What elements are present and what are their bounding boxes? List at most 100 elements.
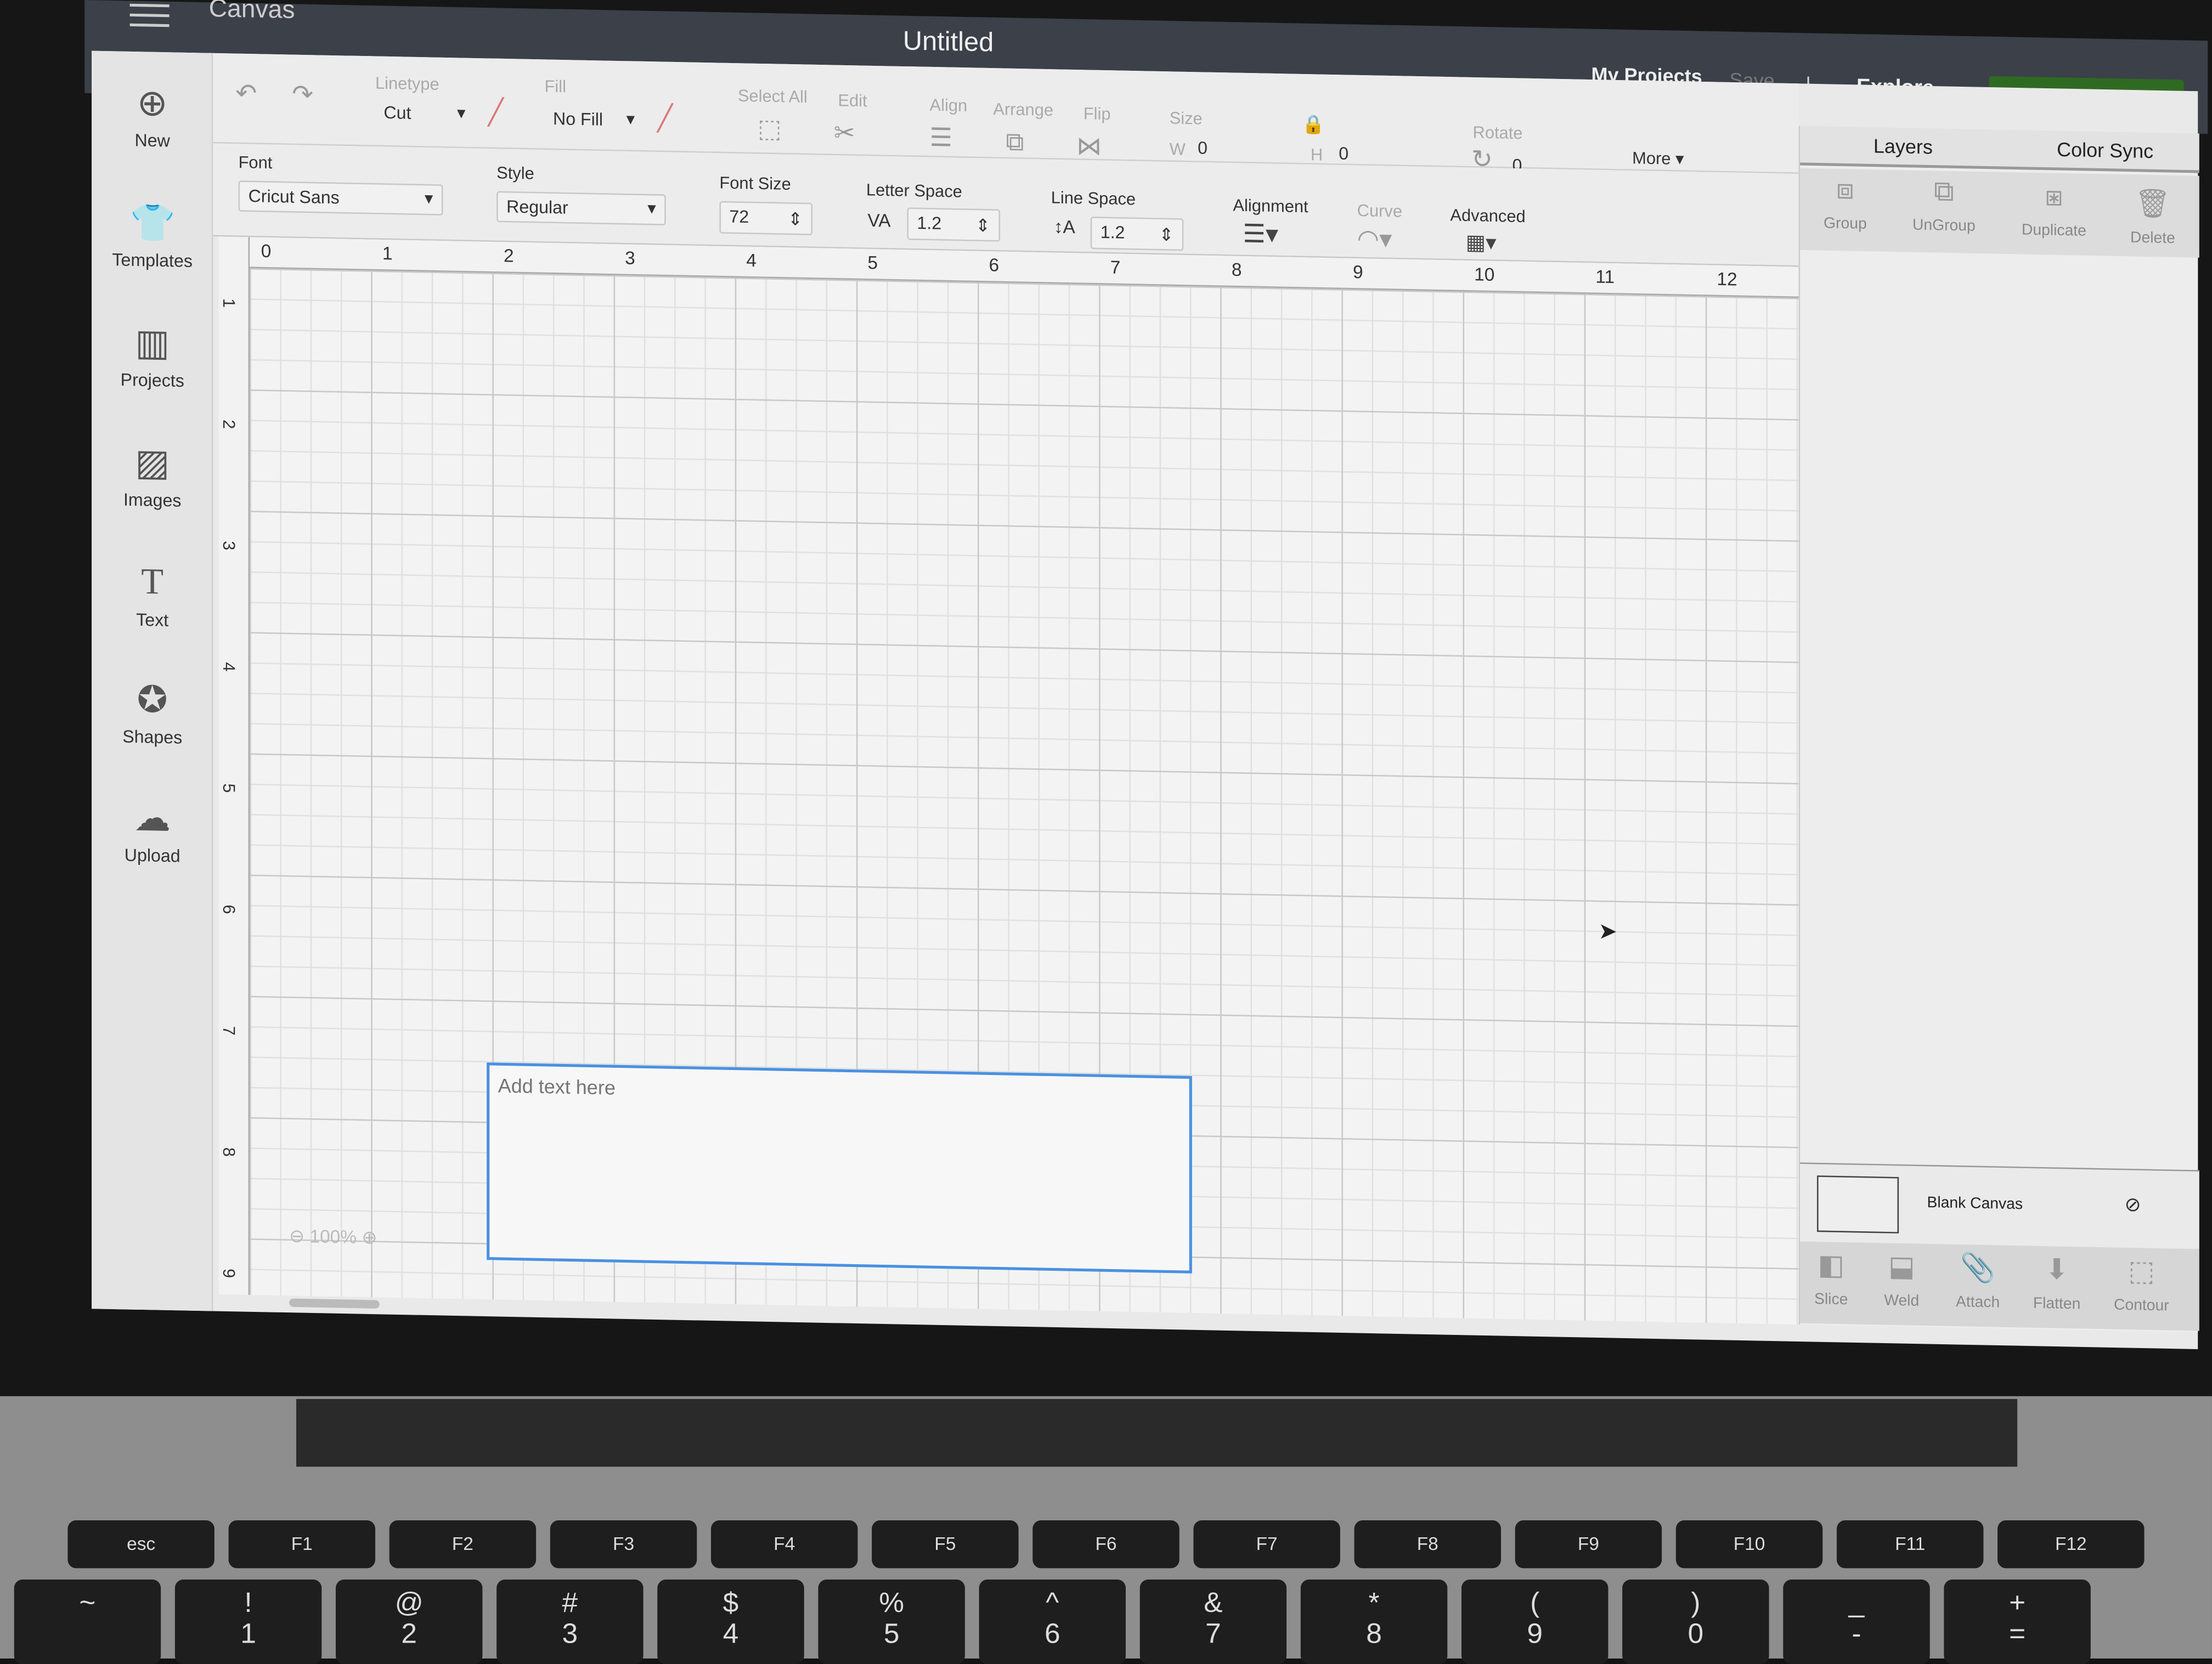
- fill-color-icon[interactable]: ╱: [657, 104, 673, 134]
- flip-icon[interactable]: ⋈: [1076, 132, 1102, 162]
- key-f10[interactable]: F10: [1675, 1520, 1823, 1569]
- linetype-dropdown[interactable]: Cut: [375, 99, 474, 129]
- key-number-row[interactable]: & 7: [1139, 1579, 1287, 1664]
- horizontal-scrollbar[interactable]: [289, 1298, 380, 1309]
- key-number-row[interactable]: ( 9: [1461, 1579, 1609, 1664]
- key-f8[interactable]: F8: [1354, 1520, 1501, 1569]
- key-esc[interactable]: esc: [67, 1520, 215, 1569]
- contour-button[interactable]: ⬚ Contour: [2099, 1253, 2183, 1315]
- key-number-row[interactable]: + =: [1944, 1579, 2091, 1664]
- ruler-tick-label: 4: [746, 249, 757, 271]
- group-button[interactable]: ⧈ Group: [1803, 174, 1887, 233]
- select-all-icon[interactable]: ⬚: [758, 114, 782, 144]
- font-size-label: Font Size: [719, 173, 791, 194]
- add-text-input[interactable]: [489, 1065, 1189, 1271]
- left-sidebar: ⊕ New 👕 Templates ▥ Projects ▨ Images T Text …: [92, 50, 213, 1311]
- text-icon: T: [141, 561, 164, 602]
- curve-icon[interactable]: ◠▾: [1357, 224, 1392, 254]
- zoom-in-icon[interactable]: ⊕: [362, 1226, 377, 1248]
- align-icon[interactable]: ☰: [930, 123, 953, 154]
- font-size-stepper[interactable]: 72 ⇕: [719, 201, 813, 235]
- lock-icon[interactable]: 🔒: [1302, 114, 1325, 137]
- tab-layers[interactable]: Layers: [1874, 134, 1933, 158]
- sidebar-item-upload[interactable]: ☁ Upload: [92, 794, 213, 867]
- layer-name: Blank Canvas: [1927, 1194, 2023, 1214]
- more-menu[interactable]: More ▾: [1632, 148, 1684, 169]
- visibility-hidden-icon[interactable]: ⊘: [2125, 1193, 2141, 1217]
- shirt-icon: 👕: [129, 201, 176, 245]
- tool-label: Contour: [2114, 1297, 2169, 1315]
- tab-color-sync[interactable]: Color Sync: [2057, 138, 2153, 162]
- key-f4[interactable]: F4: [710, 1520, 858, 1569]
- layers-panel: Layers Color Sync ⧈ Group ⧉ UnGroup ⧆ Dupli…: [1798, 126, 2199, 1333]
- cloud-upload-icon: ☁: [134, 796, 171, 840]
- flip-label: Flip: [1083, 103, 1111, 124]
- key-number-row[interactable]: * 8: [1300, 1579, 1448, 1664]
- curve-label: Curve: [1357, 200, 1403, 222]
- tool-label: Slice: [1814, 1291, 1848, 1309]
- key-f11[interactable]: F11: [1836, 1520, 1984, 1569]
- plus-circle-icon: ⊕: [137, 81, 168, 124]
- key-f2[interactable]: F2: [389, 1520, 537, 1569]
- sidebar-item-shapes[interactable]: ✪ Shapes: [92, 676, 213, 749]
- attach-button[interactable]: 📎 Attach: [1936, 1250, 2020, 1312]
- key-number-row[interactable]: $ 4: [657, 1579, 804, 1664]
- group-icon: ⧈: [1836, 174, 1854, 206]
- key-number-row[interactable]: ) 0: [1622, 1579, 1769, 1664]
- key-number-row[interactable]: # 3: [496, 1579, 644, 1664]
- duplicate-button[interactable]: ⧆ Duplicate: [2012, 180, 2096, 240]
- key-f3[interactable]: F3: [550, 1520, 697, 1569]
- pen-color-icon[interactable]: ╱: [488, 98, 504, 128]
- stepper-arrows-icon[interactable]: ⇕: [975, 214, 990, 236]
- key-number-row[interactable]: ^ 6: [979, 1579, 1126, 1664]
- letter-space-stepper[interactable]: 1.2 ⇕: [907, 207, 1001, 242]
- flatten-button[interactable]: ⬇ Flatten: [2015, 1251, 2099, 1314]
- style-dropdown[interactable]: Regular: [496, 191, 666, 225]
- key-f7[interactable]: F7: [1193, 1520, 1340, 1569]
- width-input[interactable]: 0: [1189, 134, 1288, 164]
- stepper-arrows-icon[interactable]: ⇕: [788, 208, 803, 230]
- layer-thumbnail: [1816, 1175, 1899, 1233]
- line-space-stepper[interactable]: 1.2 ⇕: [1090, 216, 1184, 251]
- height-label: H: [1310, 144, 1323, 165]
- key-f5[interactable]: F5: [872, 1520, 1019, 1569]
- bottom-tools: ◧ Slice ⬓ Weld 📎 Attach ⬇ Flatten ⬚ Contour: [1800, 1241, 2199, 1331]
- sidebar-item-new[interactable]: ⊕ New: [92, 79, 213, 152]
- key-f6[interactable]: F6: [1032, 1520, 1180, 1569]
- key-number-row[interactable]: _ -: [1783, 1579, 1930, 1664]
- ungroup-button[interactable]: ⧉ UnGroup: [1901, 176, 1986, 235]
- ruler-tick-label: 5: [867, 252, 878, 274]
- arrange-icon[interactable]: ⧉: [1006, 128, 1024, 158]
- key-number-row[interactable]: ! 1: [174, 1579, 322, 1664]
- key-number-row[interactable]: @ 2: [335, 1579, 483, 1664]
- sidebar-item-projects[interactable]: ▥ Projects: [92, 319, 213, 392]
- tool-label: Delete: [2130, 229, 2175, 247]
- zoom-out-icon[interactable]: ⊖: [289, 1225, 304, 1247]
- align-left-icon[interactable]: ☰▾: [1243, 219, 1278, 250]
- zoom-control[interactable]: ⊖ 100% ⊕: [289, 1225, 377, 1249]
- key-f9[interactable]: F9: [1515, 1520, 1662, 1569]
- redo-icon[interactable]: ↷: [292, 80, 313, 110]
- sidebar-item-templates[interactable]: 👕 Templates: [92, 199, 213, 272]
- text-entry-box[interactable]: [487, 1062, 1192, 1274]
- hamburger-menu-icon[interactable]: [129, 3, 170, 27]
- sidebar-item-text[interactable]: T Text: [92, 558, 213, 631]
- key-f1[interactable]: F1: [228, 1520, 375, 1569]
- undo-icon[interactable]: ↶: [235, 79, 257, 109]
- width-label: W: [1169, 139, 1186, 160]
- key-f12[interactable]: F12: [1997, 1520, 2145, 1569]
- weld-button[interactable]: ⬓ Weld: [1859, 1248, 1944, 1311]
- fill-dropdown[interactable]: No Fill: [545, 105, 644, 135]
- duplicate-icon: ⧆: [2045, 181, 2063, 213]
- document-title: Untitled: [902, 27, 994, 59]
- font-dropdown[interactable]: Cricut Sans: [238, 180, 443, 216]
- delete-button[interactable]: 🗑 Delete: [2111, 185, 2195, 248]
- key-number-row[interactable]: % 5: [818, 1579, 965, 1664]
- layer-item[interactable]: Blank Canvas ⊘: [1800, 1162, 2199, 1249]
- stepper-arrows-icon[interactable]: ⇕: [1159, 224, 1173, 245]
- sidebar-item-images[interactable]: ▨ Images: [92, 439, 213, 512]
- advanced-icon[interactable]: ▦▾: [1466, 229, 1497, 256]
- scissors-icon[interactable]: ✂: [834, 118, 855, 149]
- key-number-row[interactable]: ~: [14, 1579, 161, 1664]
- letter-space-label: Letter Space: [866, 179, 962, 202]
